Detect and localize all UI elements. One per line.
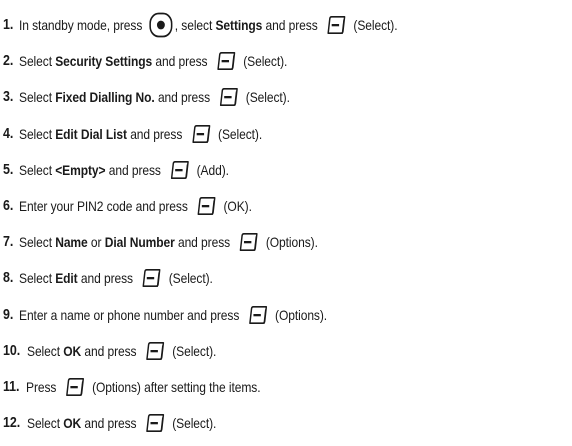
step-text-segment: (Options) after setting the items. — [88, 378, 261, 395]
menu-item-name: Edit Dial List — [55, 125, 127, 142]
step-text: Select Edit Dial List and press (Select)… — [19, 124, 262, 144]
step-number: 6. — [3, 197, 14, 214]
step-number: 3. — [3, 89, 14, 106]
step-text-segment: Select — [18, 53, 56, 70]
step-text-segment: and press — [126, 125, 186, 142]
step-text: Press (Options) after setting the items. — [26, 377, 261, 397]
step-text-segment: Select — [26, 415, 64, 432]
soft-key-icon — [143, 413, 165, 433]
soft-key-icon — [140, 268, 162, 288]
step-number: 2. — [3, 53, 14, 70]
step-item: 6. Enter your PIN2 code and press (OK). — [3, 192, 569, 220]
step-text-segment: Select — [18, 161, 56, 178]
step-text-segment: Enter a name or phone number and press — [18, 306, 243, 323]
instruction-steps: 1. In standby mode, press , select Settin… — [3, 11, 569, 445]
step-text: Select OK and press (Select). — [27, 413, 216, 433]
step-text-segment: Select — [18, 270, 56, 287]
step-item: 9. Enter a name or phone number and press… — [3, 301, 569, 329]
soft-key-icon — [217, 87, 239, 107]
step-number: 10. — [3, 342, 21, 359]
soft-key-icon — [246, 305, 268, 325]
step-text: Select Fixed Dialling No. and press (Sel… — [19, 87, 290, 107]
menu-item-name: OK — [63, 342, 81, 359]
step-text-segment: and press — [77, 270, 137, 287]
step-text: In standby mode, press , select Settings… — [19, 12, 397, 38]
step-item: 11. Press (Options) after setting the ite… — [3, 373, 569, 401]
step-text-segment: and press — [80, 415, 140, 432]
step-number: 12. — [3, 415, 21, 432]
step-text-segment: (Add). — [193, 161, 229, 178]
step-number: 4. — [3, 125, 14, 142]
step-number: 7. — [3, 234, 14, 251]
step-text-segment: , select — [174, 17, 216, 33]
step-text-segment: (Select). — [239, 53, 288, 70]
step-item: 1. In standby mode, press , select Settin… — [3, 11, 569, 39]
step-item: 2. Select Security Settings and press (Se… — [3, 47, 569, 75]
step-text-segment: and press — [262, 17, 321, 33]
step-text: Select Name or Dial Number and press (Op… — [19, 232, 318, 252]
step-number: 5. — [3, 161, 14, 178]
menu-item-name: OK — [63, 415, 81, 432]
step-item: 7. Select Name or Dial Number and press (… — [3, 228, 569, 256]
step-item: 8. Select Edit and press (Select). — [3, 264, 569, 292]
menu-item-name: <Empty> — [55, 161, 106, 178]
step-text-segment: or — [87, 234, 105, 251]
menu-item-name: Dial Number — [104, 234, 175, 251]
step-text-segment: (Select). — [168, 342, 217, 359]
soft-key-icon — [167, 160, 189, 180]
menu-item-name: Settings — [215, 17, 263, 33]
menu-item-name: Name — [55, 234, 88, 251]
step-text-segment: (Select). — [168, 415, 217, 432]
soft-key-icon — [214, 51, 236, 71]
step-text: Select OK and press (Select). — [27, 341, 216, 361]
step-text-segment: Select — [18, 234, 56, 251]
step-text-segment: Select — [26, 342, 64, 359]
step-item: 3. Select Fixed Dialling No. and press (S… — [3, 83, 569, 111]
step-text-segment: Select — [18, 125, 56, 142]
step-text-segment: (Options). — [271, 306, 327, 323]
step-text-segment: and press — [152, 53, 211, 70]
step-text: Enter a name or phone number and press (… — [19, 305, 327, 325]
step-text-segment: (OK). — [220, 197, 252, 214]
step-text-segment: and press — [154, 89, 214, 106]
center-key-icon — [149, 12, 173, 38]
step-text-segment: (Select). — [214, 125, 263, 142]
step-text-segment: Press — [26, 378, 60, 395]
soft-key-icon — [324, 15, 346, 35]
step-item: 5. Select <Empty> and press (Add). — [3, 156, 569, 184]
step-text-segment: (Select). — [350, 17, 398, 33]
step-text: Select Edit and press (Select). — [19, 268, 213, 288]
step-item: 4. Select Edit Dial List and press (Selec… — [3, 120, 569, 148]
menu-item-name: Security Settings — [55, 53, 153, 70]
soft-key-icon — [189, 124, 211, 144]
step-item: 10. Select OK and press (Select). — [3, 337, 569, 365]
step-number: 8. — [3, 270, 14, 287]
step-text-segment: (Options). — [262, 234, 318, 251]
step-text-segment: In standby mode, press — [18, 17, 146, 33]
step-text-segment: (Select). — [165, 270, 213, 287]
step-text-segment: and press — [105, 161, 165, 178]
step-number: 11. — [3, 378, 20, 395]
soft-key-icon — [194, 196, 216, 216]
step-text: Select <Empty> and press (Add). — [19, 160, 229, 180]
step-text-segment: (Select). — [242, 89, 290, 106]
menu-item-name: Edit — [55, 270, 78, 287]
step-text: Select Security Settings and press (Sele… — [19, 51, 287, 71]
step-item: 12. Select OK and press (Select). — [3, 409, 569, 437]
step-number: 1. — [3, 17, 14, 33]
soft-key-icon — [63, 377, 85, 397]
soft-key-icon — [143, 341, 165, 361]
step-number: 9. — [3, 306, 14, 323]
step-text-segment: and press — [174, 234, 234, 251]
step-text-segment: Enter your PIN2 code and press — [18, 197, 191, 214]
soft-key-icon — [237, 232, 259, 252]
menu-item-name: Fixed Dialling No. — [55, 89, 155, 106]
step-text-segment: Select — [18, 89, 56, 106]
step-text: Enter your PIN2 code and press (OK). — [19, 196, 252, 216]
step-text-segment: and press — [80, 342, 140, 359]
